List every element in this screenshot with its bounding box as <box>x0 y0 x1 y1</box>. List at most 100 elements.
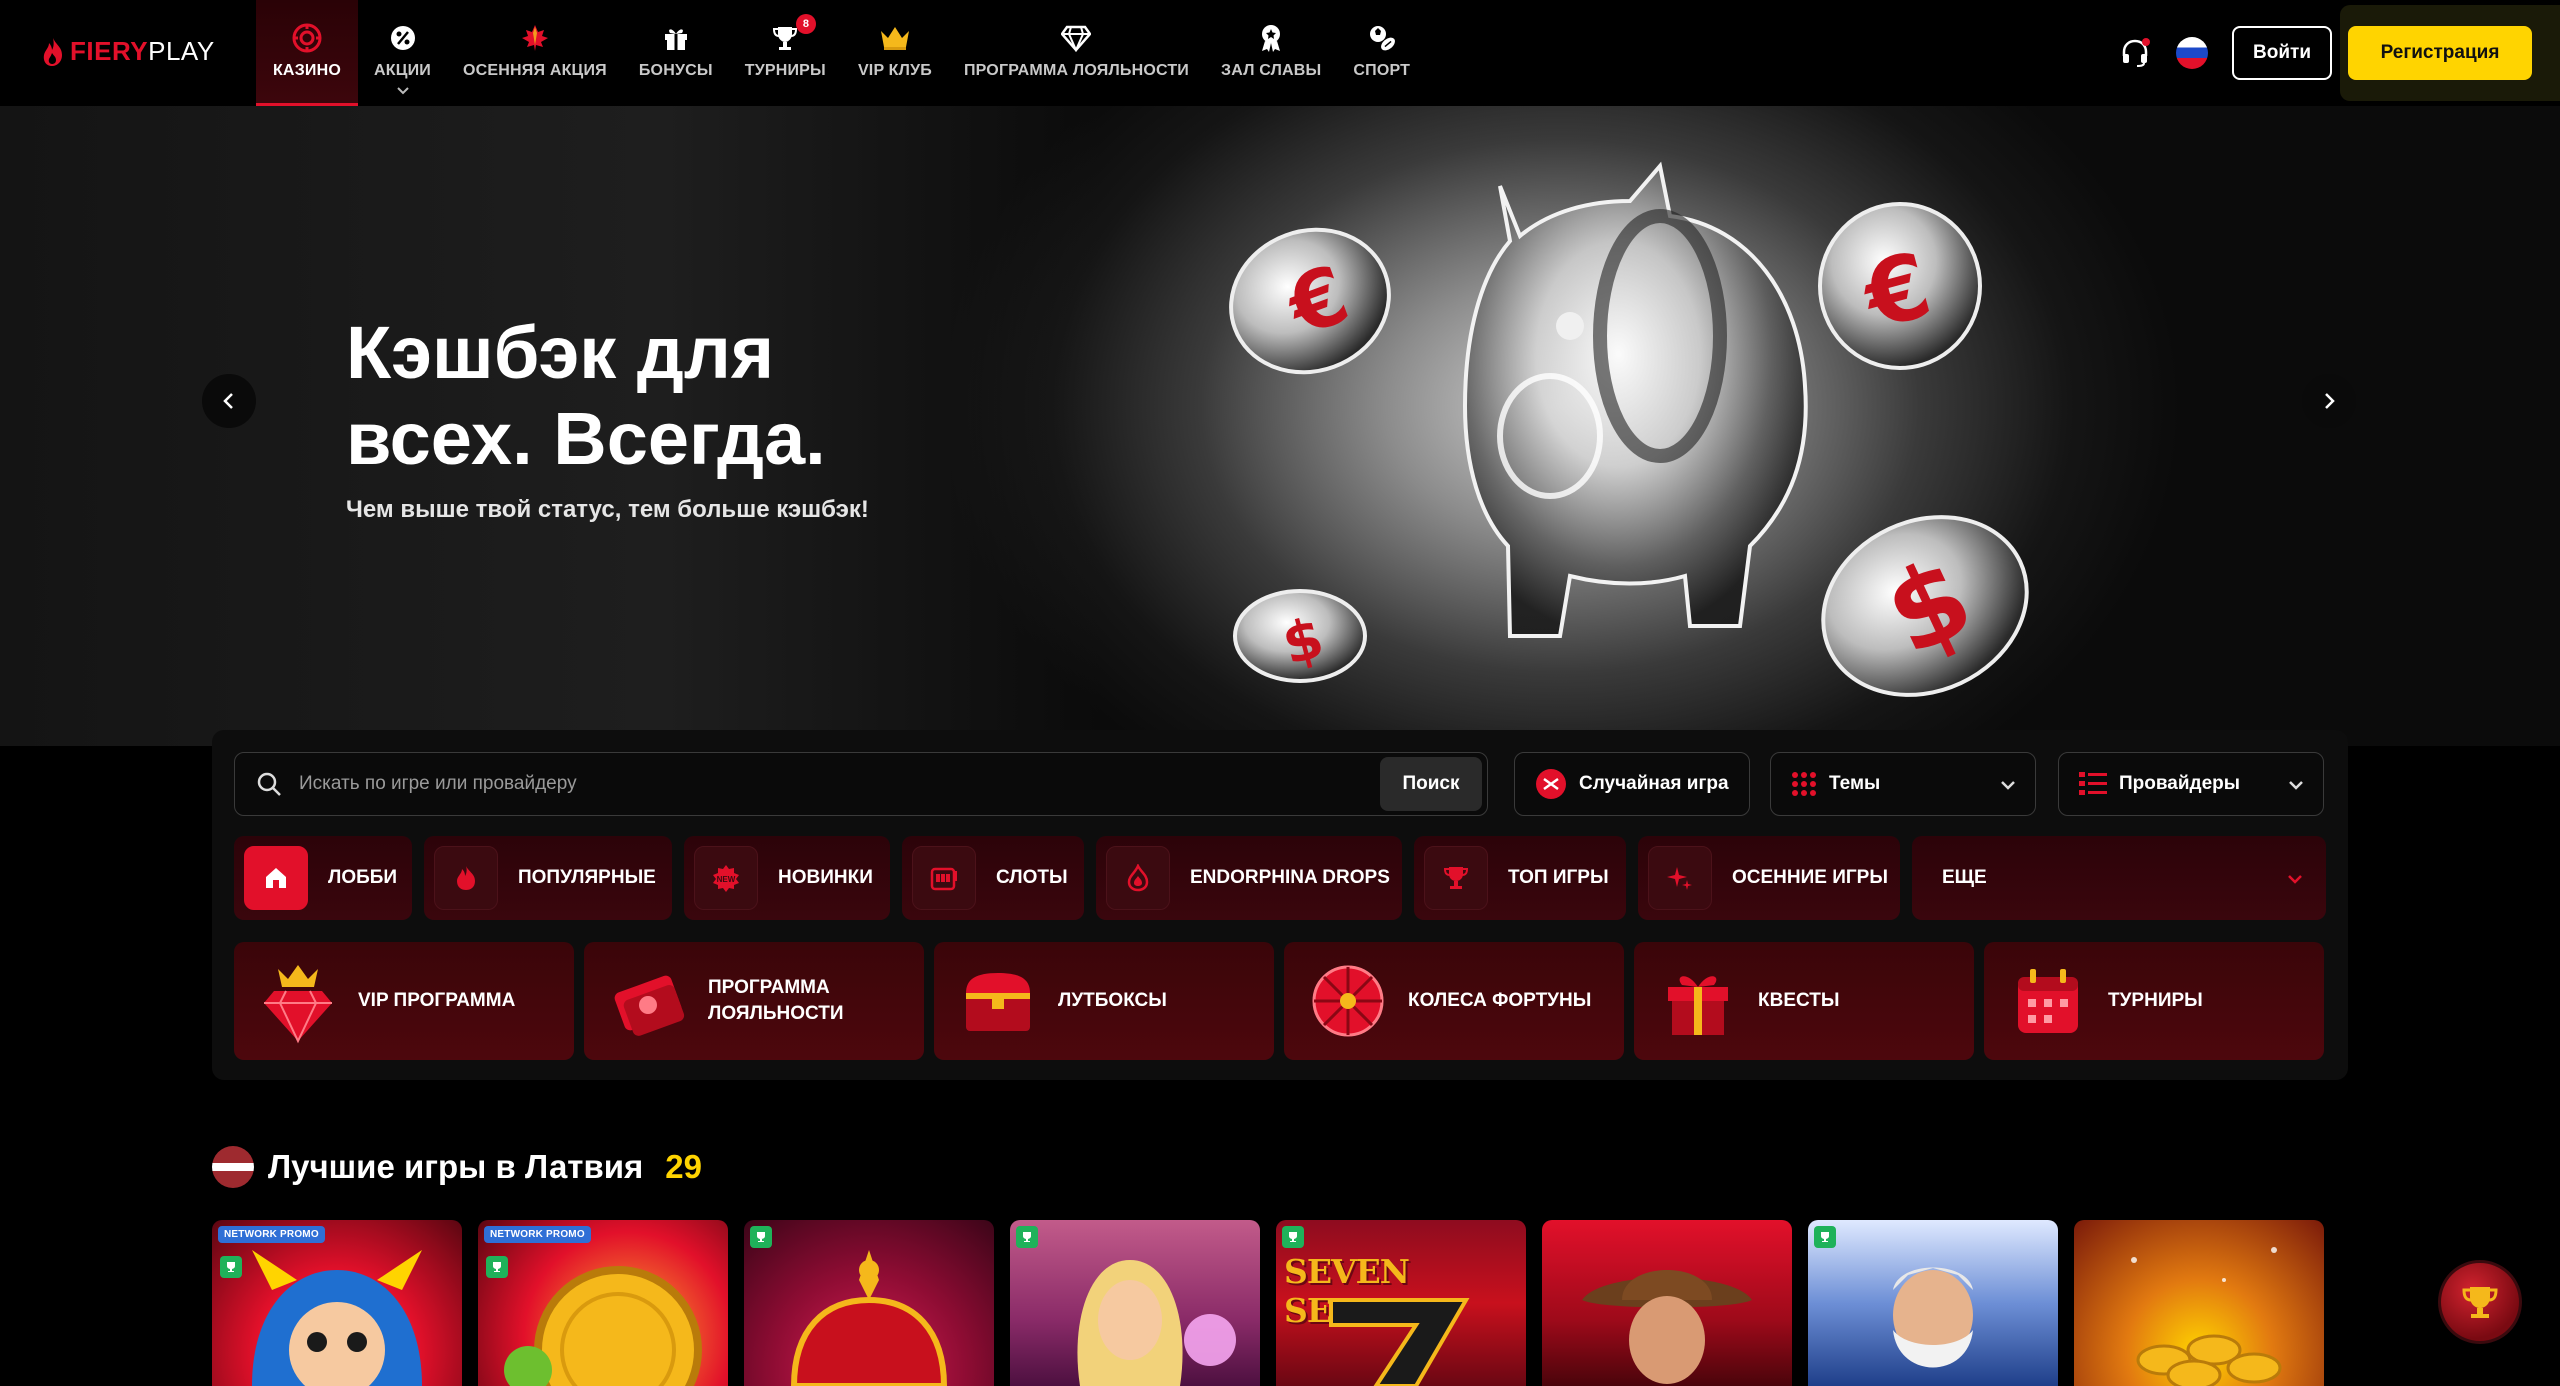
language-selector-russia-flag[interactable] <box>2176 37 2208 69</box>
feature-quests[interactable]: КВЕСТЫ <box>1634 942 1974 1060</box>
nav-item-tournaments[interactable]: 8 ТУРНИРЫ <box>729 0 842 106</box>
hero-subtitle: Чем выше твой статус, тем больше кэшбэк! <box>346 496 869 523</box>
nav-label: СПОРТ <box>1353 62 1411 79</box>
section-count: 29 <box>665 1148 703 1185</box>
fieryplay-logo[interactable]: FIERYPLAY <box>40 36 215 67</box>
section-header: Лучшие игры в Латвия 29 <box>212 1146 702 1188</box>
game-card[interactable] <box>744 1220 994 1386</box>
games-row: NETWORK PROMO NETWORK PROMO SEVEN SEVEN <box>212 1220 2324 1386</box>
category-slots[interactable]: СЛОТЫ <box>902 836 1084 920</box>
feature-lootboxes[interactable]: ЛУТБОКСЫ <box>934 942 1274 1060</box>
hero-prev-button[interactable] <box>202 374 256 428</box>
home-icon <box>244 846 308 910</box>
feature-label-group: ПРОГРАММА ЛОЯЛЬНОСТИ <box>708 975 844 1027</box>
category-label: ENDORPHINA DROPS <box>1190 867 1390 888</box>
chevron-down-icon <box>2001 781 2015 790</box>
feature-wheels-of-fortune[interactable]: КОЛЕСА ФОРТУНЫ <box>1284 942 1624 1060</box>
game-card[interactable] <box>1808 1220 2058 1386</box>
category-label: ЕЩЕ <box>1942 867 1987 888</box>
themes-label: Темы <box>1829 773 1881 794</box>
support-notification-dot <box>2142 38 2150 46</box>
loyalty-card-icon <box>614 975 685 1036</box>
crown-artwork <box>790 1250 948 1386</box>
game-feature-badge <box>1282 1226 1304 1248</box>
category-lobby[interactable]: ЛОББИ <box>234 836 412 920</box>
game-card[interactable] <box>1542 1220 1792 1386</box>
network-promo-badge: NETWORK PROMO <box>218 1226 325 1243</box>
hero-title-line-2: всех. Всегда. <box>346 397 826 480</box>
gold-coins-artwork <box>2131 1247 2282 1386</box>
gold-coin-artwork <box>504 1266 702 1386</box>
tournaments-count-badge: 8 <box>795 14 816 34</box>
category-top-games[interactable]: ТОП ИГРЫ <box>1414 836 1626 920</box>
nav-label: ПРОГРАММА ЛОЯЛЬНОСТИ <box>963 62 1190 79</box>
drop-icon <box>1106 846 1170 910</box>
random-game-button[interactable]: Случайная игра <box>1514 752 1750 816</box>
nav-item-hall-of-fame[interactable]: ЗАЛ СЛАВЫ <box>1205 0 1337 106</box>
category-new[interactable]: NEW НОВИНКИ <box>684 836 890 920</box>
game-feature-badge <box>1814 1226 1836 1248</box>
nav-item-autumn-promo[interactable]: ОСЕННЯЯ АКЦИЯ <box>447 0 623 106</box>
feature-tournaments[interactable]: ТУРНИРЫ <box>1984 942 2324 1060</box>
feature-vip-program[interactable]: VIP ПРОГРАММА <box>234 942 574 1060</box>
game-card[interactable]: NETWORK PROMO <box>212 1220 462 1386</box>
nav-item-vip-club[interactable]: VIP КЛУБ <box>842 0 948 106</box>
nav-label: КАЗИНО <box>272 62 342 79</box>
game-card[interactable] <box>1010 1220 1260 1386</box>
nav-item-loyalty-program[interactable]: ПРОГРАММА ЛОЯЛЬНОСТИ <box>948 0 1205 106</box>
feature-label: КОЛЕСА ФОРТУНЫ <box>1408 990 1592 1011</box>
list-icon <box>2079 772 2107 795</box>
latvia-flag-icon <box>212 1146 254 1188</box>
category-popular[interactable]: ПОПУЛЯРНЫЕ <box>424 836 672 920</box>
zeus-artwork <box>1893 1267 1973 1368</box>
themes-dropdown[interactable]: Темы <box>1770 752 2036 816</box>
category-label: СЛОТЫ <box>996 867 1068 888</box>
game-feature-badge <box>220 1256 242 1278</box>
quest-gift-icon <box>1668 976 1728 1035</box>
crown-icon <box>877 20 913 56</box>
game-card[interactable]: NETWORK PROMO <box>478 1220 728 1386</box>
support-button[interactable] <box>2114 32 2156 74</box>
nav-item-sport[interactable]: СПОРТ <box>1337 0 1426 106</box>
game-card[interactable]: SEVEN SEVEN <box>1276 1220 1526 1386</box>
hero-banner[interactable]: € € $ $ Кэшбэк для всех. Всегда. Чем выш… <box>0 106 2560 746</box>
vip-gem-icon <box>264 965 332 1044</box>
jester-artwork <box>252 1250 422 1386</box>
award-icon <box>1253 20 1289 56</box>
feature-loyalty-program[interactable]: ПРОГРАММА ЛОЯЛЬНОСТИ <box>584 942 924 1060</box>
category-autumn-games[interactable]: ОСЕННИЕ ИГРЫ <box>1638 836 1900 920</box>
feature-label: VIP ПРОГРАММА <box>358 990 516 1011</box>
nav-label: ТУРНИРЫ <box>744 62 826 79</box>
category-more-dropdown[interactable]: ЕЩЕ <box>1912 836 2326 920</box>
sparkle-icon <box>1648 846 1712 910</box>
network-promo-badge: NETWORK PROMO <box>484 1226 591 1243</box>
game-card[interactable] <box>2074 1220 2324 1386</box>
nav-item-bonuses[interactable]: БОНУСЫ <box>623 0 729 106</box>
grid-icon <box>1792 772 1816 796</box>
cup-icon <box>1424 846 1488 910</box>
search-input[interactable] <box>299 773 1380 795</box>
blonde-character-artwork <box>1077 1260 1236 1386</box>
new-icon: NEW <box>694 846 758 910</box>
nav-label: БОНУСЫ <box>638 62 713 79</box>
category-label: ТОП ИГРЫ <box>1508 867 1609 888</box>
svg-text:NEW: NEW <box>717 875 736 884</box>
feature-label: ПРОГРАММА <box>708 977 830 998</box>
register-button[interactable]: Регистрация <box>2348 26 2532 80</box>
maple-leaf-icon <box>517 20 553 56</box>
nav-item-promotions[interactable]: АКЦИИ <box>358 0 447 106</box>
nav-item-casino[interactable]: КАЗИНО <box>256 0 358 106</box>
glass-piggy-bank-illustration: € € $ $ <box>1229 161 2029 697</box>
category-endorphina-drops[interactable]: ENDORPHINA DROPS <box>1096 836 1402 920</box>
game-feature-badge <box>750 1226 772 1248</box>
hero-next-button[interactable] <box>2302 374 2356 428</box>
gift-icon <box>658 20 694 56</box>
rewards-floating-button[interactable] <box>2438 1260 2522 1344</box>
search-button[interactable]: Поиск <box>1380 757 1482 811</box>
login-button[interactable]: Войти <box>2232 26 2332 80</box>
nav-label: АКЦИИ <box>374 62 432 79</box>
search-icon <box>257 772 281 796</box>
providers-dropdown[interactable]: Провайдеры <box>2058 752 2324 816</box>
game-feature-badge <box>486 1256 508 1278</box>
calendar-icon <box>2018 969 2078 1033</box>
